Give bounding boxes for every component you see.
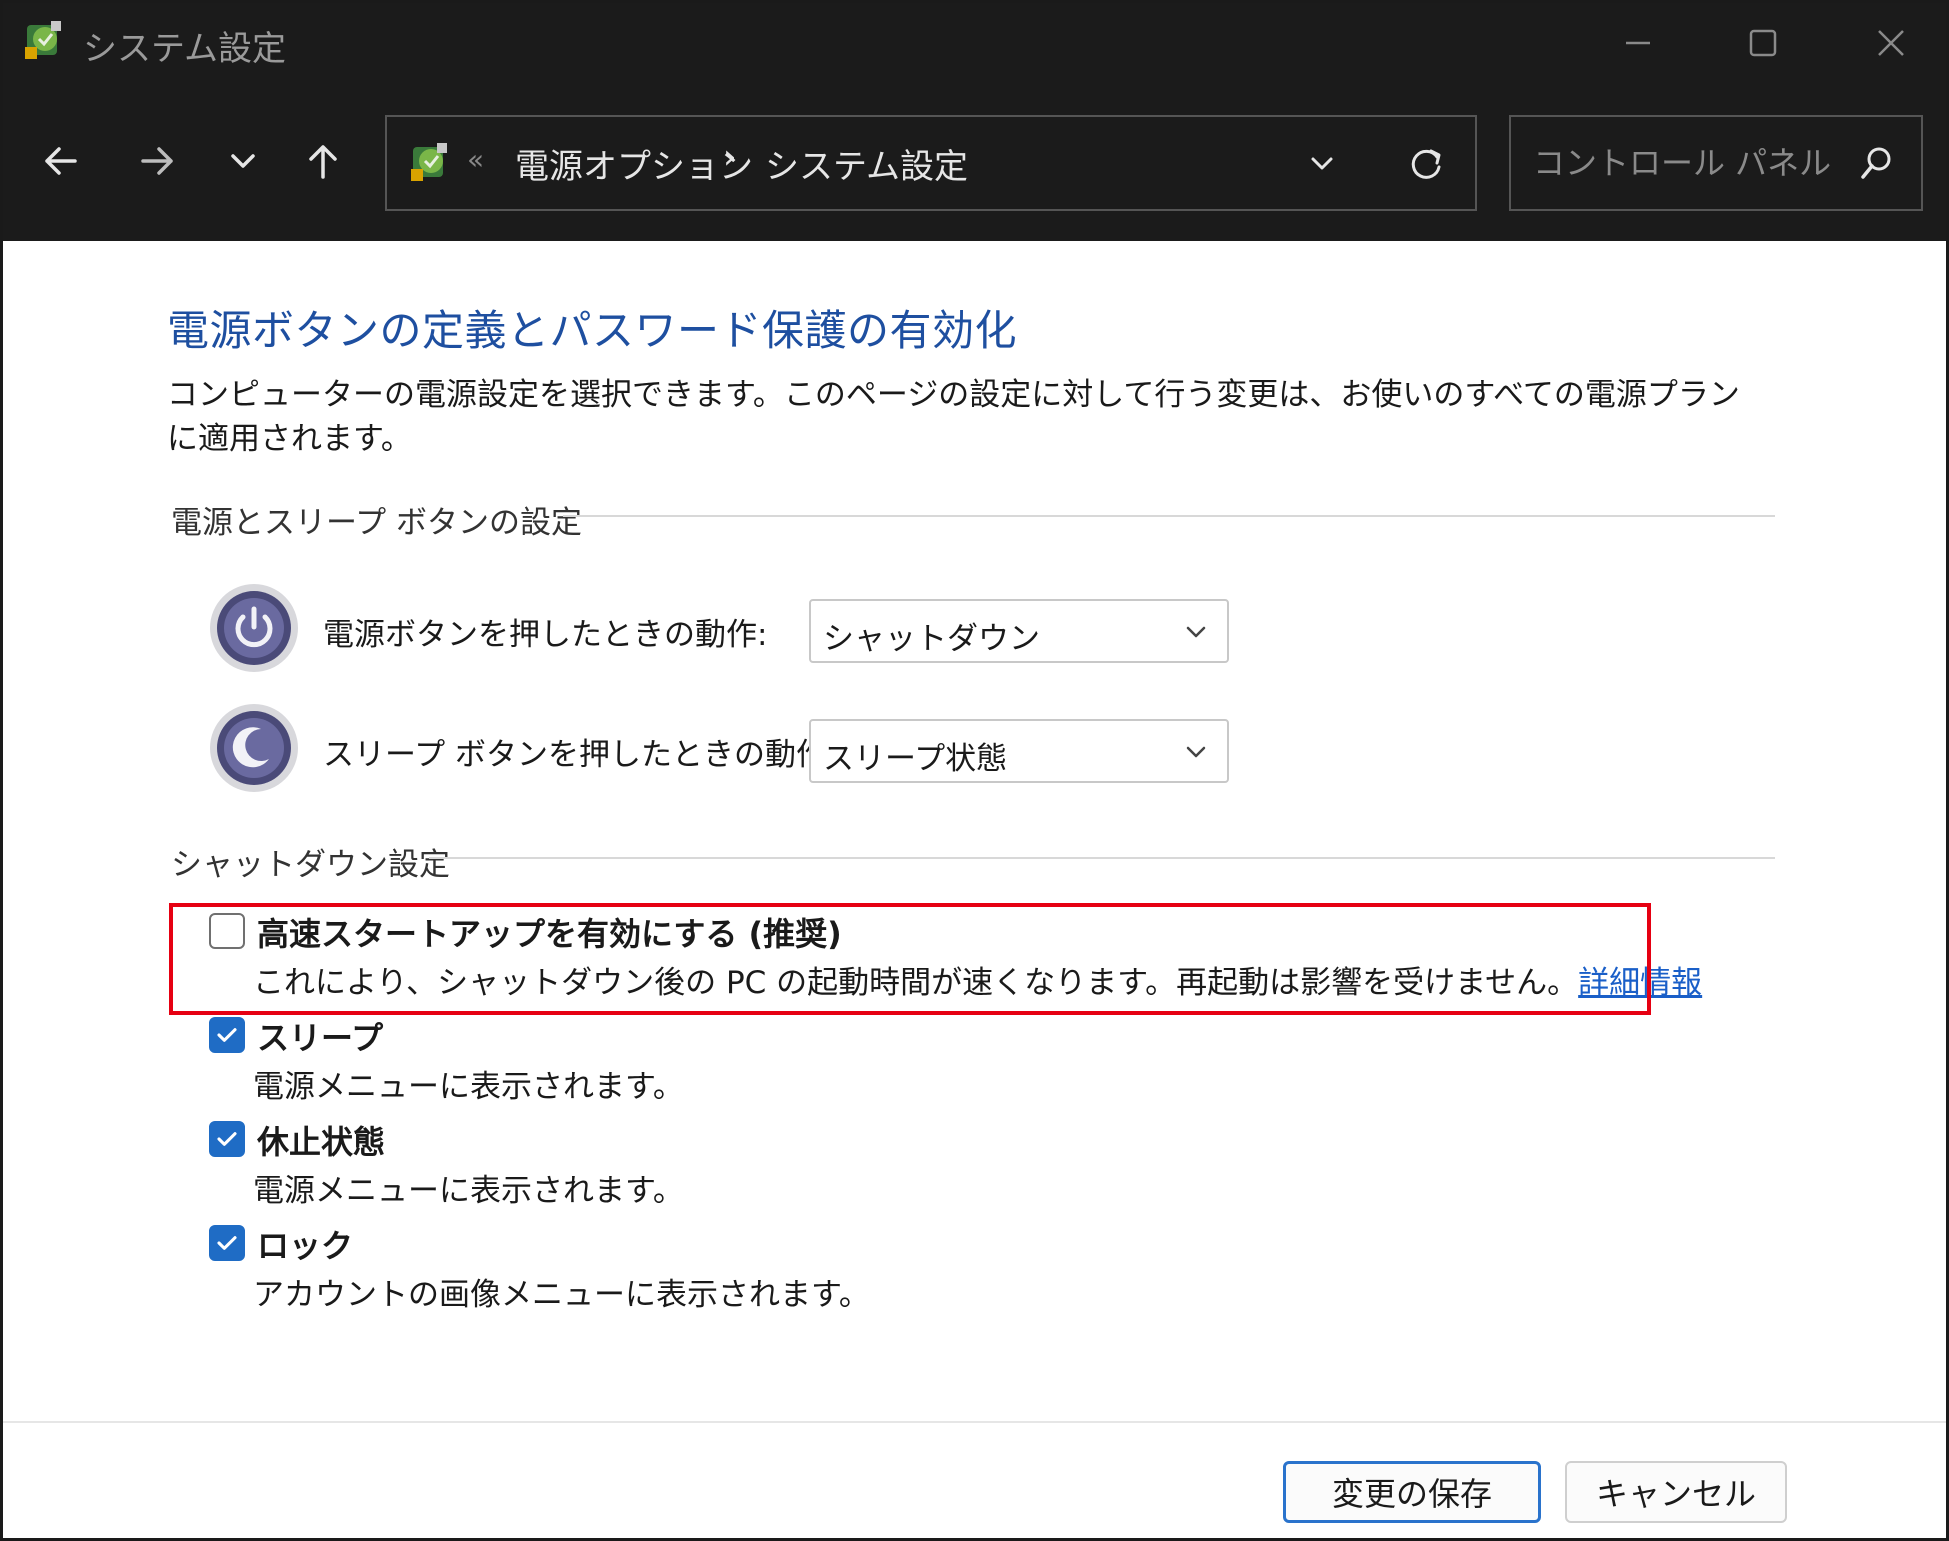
section-divider bbox=[429, 857, 1775, 859]
navigation-bar: « 電源オプション › システム設定 bbox=[3, 85, 1946, 241]
recent-locations-chevron-icon[interactable] bbox=[213, 131, 273, 191]
minimize-icon[interactable] bbox=[1608, 13, 1668, 73]
power-button-action-value: シャットダウン bbox=[823, 621, 1040, 657]
lock-option-label[interactable]: ロック bbox=[257, 1221, 353, 1267]
title-bar: システム設定 bbox=[3, 3, 1946, 85]
page-description: コンピューターの電源設定を選択できます。このページの設定に対して行う変更は、お使… bbox=[167, 377, 1740, 457]
system-settings-window: システム設定 « 電源オプション › システム設定 コントロール パネル... … bbox=[0, 0, 1949, 1541]
window-title: システム設定 bbox=[83, 29, 286, 69]
search-input[interactable] bbox=[1533, 139, 1833, 187]
power-button-icon bbox=[207, 581, 301, 675]
breadcrumb-system-settings[interactable]: システム設定 bbox=[765, 139, 968, 188]
sleep-checkbox[interactable] bbox=[209, 1017, 245, 1053]
maximize-icon[interactable] bbox=[1733, 13, 1793, 73]
save-changes-button[interactable]: 変更の保存 bbox=[1283, 1461, 1541, 1523]
hibernate-option-label[interactable]: 休止状態 bbox=[257, 1117, 385, 1163]
breadcrumb-chevron-icon[interactable]: › bbox=[723, 137, 737, 177]
hibernate-checkbox[interactable] bbox=[209, 1121, 245, 1157]
page-title: 電源ボタンの定義とパスワード保護の有効化 bbox=[167, 306, 1018, 355]
main-content: 電源ボタンの定義とパスワード保護の有効化 コンピューターの電源設定を選択できます… bbox=[3, 241, 1946, 1421]
control-panel-power-icon bbox=[407, 139, 455, 187]
chevron-down-icon bbox=[1179, 615, 1213, 649]
cancel-button[interactable]: キャンセル bbox=[1565, 1461, 1787, 1523]
search-icon[interactable] bbox=[1851, 139, 1901, 189]
section-divider bbox=[563, 515, 1775, 517]
chevron-down-icon bbox=[1179, 735, 1213, 769]
address-dropdown-chevron-icon[interactable] bbox=[1297, 139, 1347, 189]
close-icon[interactable] bbox=[1861, 13, 1921, 73]
breadcrumb-power-options[interactable]: 電源オプション bbox=[515, 139, 753, 188]
address-bar[interactable]: « 電源オプション › システム設定 bbox=[385, 115, 1477, 211]
footer-bar: 変更の保存 キャンセル bbox=[3, 1421, 1946, 1538]
sleep-button-action-select[interactable]: スリープ状態 bbox=[809, 719, 1229, 783]
shutdown-section-header: シャットダウン設定 bbox=[171, 847, 450, 883]
control-panel-power-icon bbox=[21, 17, 69, 65]
sleep-option-description: 電源メニューに表示されます。 bbox=[253, 1069, 684, 1105]
search-box[interactable] bbox=[1509, 115, 1923, 211]
sleep-button-action-label: スリープ ボタンを押したときの動作: bbox=[323, 737, 838, 773]
breadcrumb-overflow[interactable]: « bbox=[467, 143, 484, 176]
power-button-action-select[interactable]: シャットダウン bbox=[809, 599, 1229, 663]
sleep-button-action-value: スリープ状態 bbox=[823, 741, 1008, 777]
back-arrow-icon[interactable] bbox=[31, 131, 91, 191]
lock-checkbox[interactable] bbox=[209, 1225, 245, 1261]
up-arrow-icon[interactable] bbox=[293, 131, 353, 191]
sleep-option-label[interactable]: スリープ bbox=[257, 1013, 383, 1059]
hibernate-option-description: 電源メニューに表示されます。 bbox=[253, 1173, 684, 1209]
power-sleep-section-header: 電源とスリープ ボタンの設定 bbox=[171, 505, 582, 541]
forward-arrow-icon[interactable] bbox=[127, 131, 187, 191]
sleep-button-icon bbox=[207, 701, 301, 795]
power-button-action-label: 電源ボタンを押したときの動作: bbox=[323, 617, 768, 653]
lock-option-description: アカウントの画像メニューに表示されます。 bbox=[253, 1277, 870, 1313]
highlight-annotation-box bbox=[169, 903, 1651, 1015]
refresh-icon[interactable] bbox=[1399, 137, 1453, 191]
